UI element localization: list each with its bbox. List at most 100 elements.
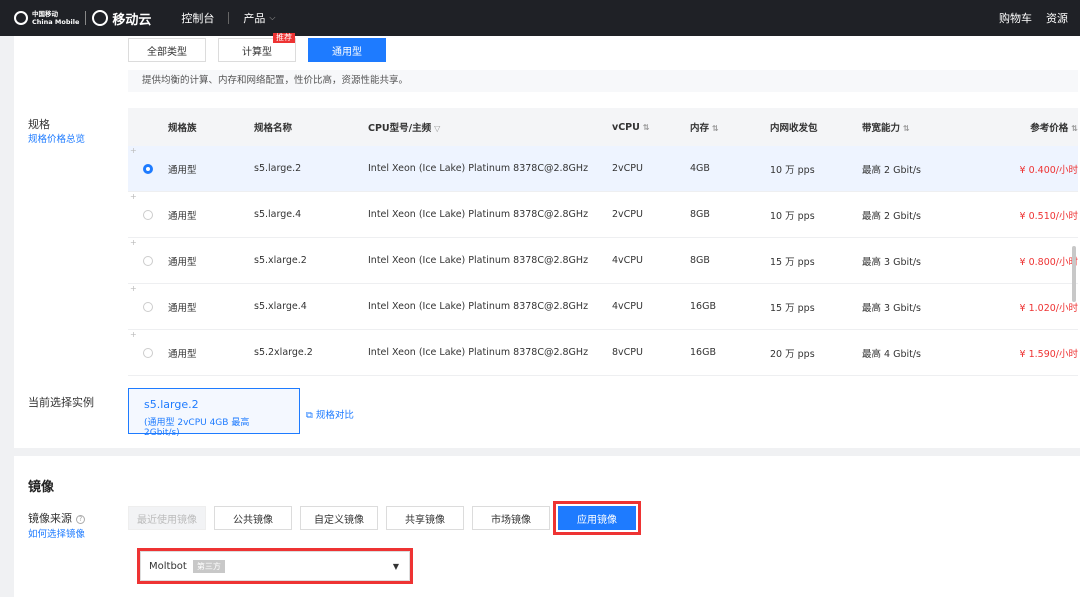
col-label: vCPU <box>612 121 640 133</box>
col-label: 参考价格 <box>1030 123 1069 134</box>
col-memory[interactable]: 内存 ⇅ <box>690 120 770 134</box>
cell-family: 通用型 <box>168 302 197 314</box>
tab-general[interactable]: 通用型 <box>308 38 386 62</box>
expand-icon: + <box>130 284 137 293</box>
cell-bandwidth: 最高 3 Gbit/s <box>862 256 921 268</box>
table-header: 规格族 规格名称 CPU型号/主频 ▽ vCPU ⇅ 内存 ⇅ 内网收发包 带宽能力 ⇅… <box>128 108 1078 146</box>
logo-text: 中国移动 China Mobile <box>32 10 79 26</box>
row-radio[interactable] <box>143 347 153 358</box>
logo[interactable]: 中国移动 China Mobile 移动云 <box>14 9 151 28</box>
table-row[interactable]: + 通用型 s5.large.2 Intel Xeon (Ice Lake) P… <box>128 146 1078 192</box>
row-radio[interactable] <box>143 163 153 174</box>
tab-compute[interactable]: 计算型 推荐 <box>218 33 296 62</box>
tab-label: 全部类型 <box>147 46 187 58</box>
nav-divider <box>228 12 230 24</box>
spec-card: 全部类型 计算型 推荐 通用型 提供均衡的计算、内存和网络配置，性价比高，资源性能… <box>14 33 1080 448</box>
spec-table: 规格族 规格名称 CPU型号/主频 ▽ vCPU ⇅ 内存 ⇅ 内网收发包 带宽能力 ⇅… <box>128 108 1078 376</box>
cell-pps: 10 万 pps <box>770 210 815 222</box>
cell-family: 通用型 <box>168 348 197 360</box>
col-pps: 内网收发包 <box>770 120 862 134</box>
tab-label: 计算型 <box>242 46 272 58</box>
row-radio[interactable] <box>143 301 153 312</box>
type-tabs: 全部类型 计算型 推荐 通用型 <box>128 33 398 62</box>
cell-vcpu: 4vCPU <box>612 301 643 312</box>
table-row[interactable]: + 通用型 s5.xlarge.2 Intel Xeon (Ice Lake) … <box>128 238 1078 284</box>
tab-market-image[interactable]: 市场镜像 <box>472 506 550 530</box>
cell-price: ¥ 0.800/小时 <box>1019 256 1078 268</box>
brand-name: 移动云 <box>112 12 152 28</box>
cell-cpu: Intel Xeon (Ice Lake) Platinum 8378C@2.8… <box>368 347 589 358</box>
current-instance-detail: (通用型 2vCPU 4GB 最高2Gbit/s) <box>144 418 250 438</box>
col-vcpu[interactable]: vCPU ⇅ <box>612 122 690 133</box>
cell-name: s5.xlarge.4 <box>254 301 307 312</box>
type-description: 提供均衡的计算、内存和网络配置，性价比高，资源性能共享。 <box>128 70 1078 92</box>
row-radio[interactable] <box>143 209 153 220</box>
spec-compare-link[interactable]: ⧉ 规格对比 <box>306 407 354 421</box>
image-source-tabs: 最近使用镜像 公共镜像 自定义镜像 共享镜像 市场镜像 应用镜像 <box>128 501 644 535</box>
tab-shared-image[interactable]: 共享镜像 <box>386 506 464 530</box>
nav-console[interactable]: 控制台 <box>181 10 214 26</box>
cell-price: ¥ 0.510/小时 <box>1019 210 1078 222</box>
col-bandwidth[interactable]: 带宽能力 ⇅ <box>862 120 992 134</box>
app-image-select-highlight: Moltbot 第三方 ▼ <box>137 548 413 584</box>
tab-public-image[interactable]: 公共镜像 <box>214 506 292 530</box>
image-card: 镜像 镜像来源? 如何选择镜像 最近使用镜像 公共镜像 自定义镜像 共享镜像 市… <box>14 456 1080 597</box>
cell-memory: 16GB <box>690 301 716 312</box>
cell-pps: 15 万 pps <box>770 256 815 268</box>
top-nav: 控制台 产品 ⌵ <box>181 10 275 26</box>
table-row[interactable]: + 通用型 s5.xlarge.4 Intel Xeon (Ice Lake) … <box>128 284 1078 330</box>
sort-icon[interactable]: ⇅ <box>643 123 650 132</box>
cell-cpu: Intel Xeon (Ice Lake) Platinum 8378C@2.8… <box>368 163 589 174</box>
cell-price: ¥ 1.590/小时 <box>1019 348 1078 360</box>
col-price[interactable]: 参考价格 ⇅ <box>992 120 1078 134</box>
table-scrollbar[interactable] <box>1072 246 1076 302</box>
resources-link[interactable]: 资源 <box>1046 10 1068 26</box>
row-radio[interactable] <box>143 255 153 266</box>
cell-name: s5.2xlarge.2 <box>254 347 313 358</box>
expand-icon: + <box>130 192 137 201</box>
cell-pps: 20 万 pps <box>770 348 815 360</box>
help-icon[interactable]: ? <box>76 514 85 524</box>
filter-icon[interactable]: ▽ <box>434 124 440 133</box>
china-mobile-logo-icon <box>14 11 28 25</box>
col-name: 规格名称 <box>254 120 368 134</box>
sort-icon[interactable]: ⇅ <box>1071 124 1078 133</box>
compare-icon: ⧉ <box>306 410 313 421</box>
col-cpu[interactable]: CPU型号/主频 ▽ <box>368 120 612 134</box>
image-section-title: 镜像 <box>28 480 55 495</box>
app-image-select[interactable]: Moltbot 第三方 ▼ <box>140 551 410 581</box>
logo-line1: 中国移动 <box>32 10 58 18</box>
cell-cpu: Intel Xeon (Ice Lake) Platinum 8378C@2.8… <box>368 209 589 220</box>
col-label: 规格名称 <box>254 123 293 134</box>
how-to-choose-image-link[interactable]: 如何选择镜像 <box>28 526 85 540</box>
tab-all-types[interactable]: 全部类型 <box>128 38 206 62</box>
select-value: Moltbot <box>149 560 187 572</box>
source-label-text: 镜像来源 <box>28 512 72 525</box>
caret-down-icon: ▼ <box>392 562 399 571</box>
top-right-actions: 购物车 资源 <box>985 0 1068 36</box>
current-instance-box: s5.large.2 (通用型 2vCPU 4GB 最高2Gbit/s) <box>128 388 300 438</box>
tab-app-image[interactable]: 应用镜像 <box>553 501 641 535</box>
sort-icon[interactable]: ⇅ <box>903 124 910 133</box>
cell-memory: 4GB <box>690 163 710 174</box>
cell-pps: 15 万 pps <box>770 302 815 314</box>
table-row[interactable]: + 通用型 s5.2xlarge.2 Intel Xeon (Ice Lake)… <box>128 330 1078 376</box>
third-party-tag: 第三方 <box>192 559 225 573</box>
nav-products[interactable]: 产品 <box>243 10 265 26</box>
table-row[interactable]: + 通用型 s5.large.4 Intel Xeon (Ice Lake) P… <box>128 192 1078 238</box>
col-label: CPU型号/主频 <box>368 123 432 134</box>
cart-link[interactable]: 购物车 <box>999 10 1032 26</box>
sort-icon[interactable]: ⇅ <box>712 124 719 133</box>
cell-price: ¥ 0.400/小时 <box>1019 164 1078 176</box>
cell-price: ¥ 1.020/小时 <box>1019 302 1078 314</box>
cell-memory: 8GB <box>690 209 710 220</box>
col-label: 内存 <box>690 123 710 134</box>
cell-cpu: Intel Xeon (Ice Lake) Platinum 8378C@2.8… <box>368 255 589 266</box>
logo-divider <box>85 11 87 25</box>
cell-cpu: Intel Xeon (Ice Lake) Platinum 8378C@2.8… <box>368 301 589 312</box>
tab-custom-image[interactable]: 自定义镜像 <box>300 506 378 530</box>
col-label: 带宽能力 <box>862 123 901 134</box>
spec-price-overview-link[interactable]: 规格价格总览 <box>28 131 85 145</box>
cell-vcpu: 2vCPU <box>612 209 643 220</box>
cell-pps: 10 万 pps <box>770 164 815 176</box>
